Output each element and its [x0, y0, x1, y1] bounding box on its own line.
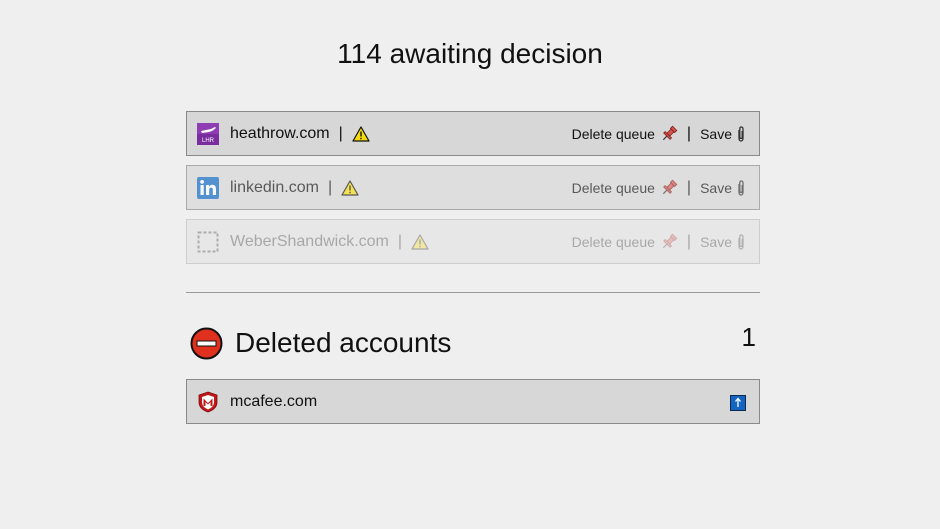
queue-domain: linkedin.com: [230, 178, 319, 196]
page-title: 114 awaiting decision: [337, 38, 603, 69]
queue-row[interactable]: linkedin.com | Delete queue | Save: [186, 165, 760, 210]
separator: |: [397, 232, 403, 250]
mcafee-logo-icon: [198, 391, 218, 412]
pin-icon: [662, 233, 678, 248]
deleted-accounts-header: Deleted accounts 1: [190, 322, 760, 361]
pin-icon: [662, 125, 678, 140]
delete-queue-label: Delete queue: [571, 179, 655, 196]
save-label: Save: [700, 233, 732, 250]
action-separator: |: [686, 124, 692, 142]
queue-domain: heathrow.com: [230, 124, 330, 142]
delete-queue-button[interactable]: Delete queue: [572, 179, 678, 197]
row-actions: Delete queue | Save: [572, 166, 745, 209]
save-label: Save: [700, 125, 732, 142]
pin-icon: [662, 179, 678, 194]
delete-queue-button[interactable]: Delete queue: [572, 125, 678, 143]
separator: |: [338, 124, 343, 142]
svg-text:LHR: LHR: [202, 138, 215, 144]
paperclip-icon: [738, 233, 744, 250]
deleted-domain: mcafee.com: [230, 392, 318, 410]
heathrow-logo-icon: LHR: [197, 122, 219, 145]
no-entry-icon: [190, 327, 223, 360]
queue-domain: WeberShandwick.com: [230, 232, 389, 250]
awaiting-queue-list: LHR heathrow.com | Delete queue | Save l…: [186, 111, 760, 273]
save-button[interactable]: Save: [700, 126, 745, 142]
delete-queue-label: Delete queue: [571, 125, 655, 142]
paperclip-icon: [738, 179, 744, 196]
row-actions: Delete queue | Save: [572, 112, 745, 155]
save-button[interactable]: Save: [700, 180, 745, 196]
action-separator: |: [686, 178, 692, 196]
warning-icon: [352, 125, 370, 142]
queue-row[interactable]: LHR heathrow.com | Delete queue | Save: [186, 111, 760, 156]
queue-row[interactable]: WeberShandwick.com | Delete queue | Save: [186, 219, 760, 264]
page: 114 awaiting decision LHR heathrow.com |…: [0, 0, 940, 529]
save-label: Save: [700, 179, 732, 196]
save-button[interactable]: Save: [700, 234, 745, 250]
deleted-accounts-title: Deleted accounts: [235, 327, 452, 358]
section-divider: [186, 292, 760, 293]
delete-queue-label: Delete queue: [571, 233, 655, 250]
deleted-accounts-count: 1: [741, 322, 756, 352]
deleted-row[interactable]: mcafee.com: [186, 379, 760, 424]
separator: |: [327, 178, 333, 196]
row-actions: Delete queue | Save: [572, 220, 745, 263]
deleted-accounts-list: mcafee.com: [186, 379, 760, 433]
linkedin-logo-icon: [197, 176, 219, 199]
delete-queue-button[interactable]: Delete queue: [572, 233, 678, 251]
restore-icon[interactable]: [730, 395, 746, 411]
action-separator: |: [686, 232, 692, 250]
warning-icon: [411, 233, 429, 250]
placeholder-favicon-icon: [197, 231, 219, 252]
warning-icon: [341, 179, 359, 196]
paperclip-icon: [738, 125, 744, 142]
